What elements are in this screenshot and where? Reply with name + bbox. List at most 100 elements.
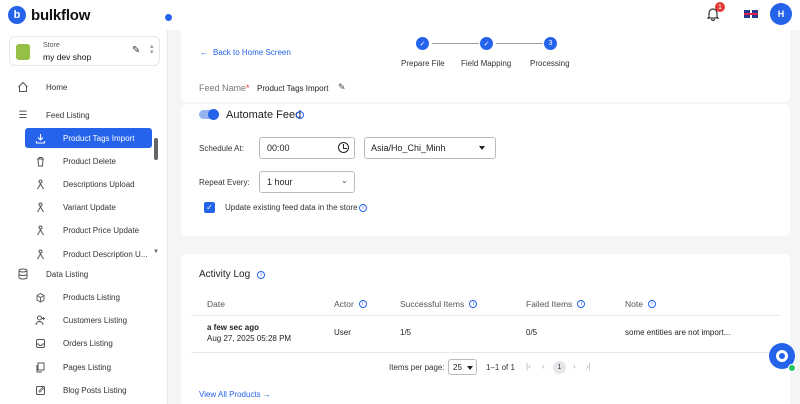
row-failed: 0/5	[526, 328, 538, 337]
uk-flag-icon[interactable]	[744, 10, 758, 18]
back-link-label: Back to Home Screen	[213, 48, 291, 57]
automate-feed-label: Automate Feed	[226, 109, 302, 121]
info-icon[interactable]: i	[577, 300, 586, 308]
app-logo[interactable]: b bulkflow	[8, 6, 90, 24]
sidebar-item-label: Variant Update	[63, 202, 116, 212]
sidebar-item-product-delete[interactable]: Product Delete	[0, 151, 168, 171]
sidebar-item-descriptions-upload[interactable]: Descriptions Upload	[0, 174, 168, 194]
items-per-page-label: Items per page:	[389, 363, 445, 372]
column-header-label: Actor	[334, 299, 354, 309]
sidebar-section-data-listing[interactable]: Data Listing	[0, 264, 168, 284]
info-icon[interactable]: i	[358, 300, 367, 308]
info-icon[interactable]: i	[296, 111, 304, 119]
caret-down-icon[interactable]	[479, 146, 485, 150]
online-status-indicator	[788, 364, 796, 372]
feed-name-label: Feed Name*	[199, 83, 250, 93]
step-2-check-icon: ✓	[480, 37, 493, 50]
sidebar: Store my dev shop ✎ ▴ ▾ Home ☰ Feed Listi…	[0, 30, 168, 404]
info-icon[interactable]: i	[359, 204, 367, 212]
row-note: some entities are not import...	[625, 328, 731, 337]
sidebar-item-product-price-update[interactable]: Product Price Update	[0, 220, 168, 240]
top-bar: b bulkflow 1 H	[0, 0, 800, 30]
store-label: Store	[43, 42, 60, 49]
caret-down-icon[interactable]	[467, 366, 473, 370]
user-avatar[interactable]: H	[770, 3, 792, 25]
sidebar-item-orders-listing[interactable]: Orders Listing	[0, 333, 168, 353]
pencil-icon[interactable]: ✎	[338, 82, 346, 93]
sidebar-item-variant-update[interactable]: Variant Update	[0, 197, 168, 217]
column-header-note: Note i	[625, 299, 656, 309]
sidebar-item-label: Descriptions Upload	[63, 179, 135, 189]
first-page-icon[interactable]: |‹	[526, 362, 531, 371]
store-selector[interactable]: Store my dev shop ✎ ▴ ▾	[9, 36, 160, 66]
feed-name-value: Product Tags Import	[257, 84, 329, 93]
trash-icon	[34, 155, 46, 167]
column-header-actor: Actor i	[334, 299, 367, 309]
step-connector	[432, 43, 479, 44]
sidebar-item-customers-listing[interactable]: Customers Listing	[0, 310, 168, 330]
next-page-icon[interactable]: ›	[573, 362, 576, 371]
schedule-time-value: 00:00	[267, 143, 290, 153]
step-label-field-mapping: Field Mapping	[461, 59, 512, 68]
sidebar-scrollbar[interactable]	[154, 138, 158, 160]
current-page[interactable]: 1	[553, 361, 566, 374]
toggle-knob[interactable]	[208, 109, 219, 120]
sidebar-item-blog-posts-listing[interactable]: Blog Posts Listing	[0, 380, 168, 400]
inbox-icon	[34, 337, 46, 349]
home-icon	[17, 81, 29, 93]
update-existing-checkbox[interactable]: ✓	[204, 202, 215, 213]
row-date-relative: a few sec ago	[207, 323, 260, 332]
column-header-label: Note	[625, 299, 643, 309]
repeat-every-value: 1 hour	[267, 177, 293, 187]
up-down-caret-icon[interactable]: ▴ ▾	[150, 43, 154, 56]
sidebar-item-home[interactable]: Home	[0, 77, 168, 97]
person-icon	[34, 178, 46, 190]
schedule-at-label: Schedule At:	[199, 144, 244, 153]
pencil-icon[interactable]: ✎	[132, 45, 140, 56]
row-divider	[191, 352, 780, 353]
pages-icon	[34, 361, 46, 373]
step-label-processing: Processing	[530, 59, 570, 68]
store-name: my dev shop	[43, 52, 92, 62]
sidebar-item-products-listing[interactable]: Products Listing	[0, 287, 168, 307]
clock-icon[interactable]	[338, 142, 349, 153]
sidebar-section-label: Data Listing	[46, 269, 89, 279]
person-icon	[34, 248, 46, 260]
column-header-failed-items: Failed Items i	[526, 299, 586, 309]
pagination-range: 1–1 of 1	[486, 363, 515, 372]
timezone-value: Asia/Ho_Chi_Minh	[371, 143, 446, 153]
database-icon	[17, 268, 29, 280]
feed-name-label-text: Feed Name	[199, 83, 247, 93]
sidebar-item-label: Blog Posts Listing	[63, 385, 127, 395]
info-icon[interactable]: i	[647, 300, 656, 308]
row-date-full: Aug 27, 2025 05:28 PM	[207, 334, 292, 343]
update-existing-label: Update existing feed data in the store	[225, 203, 358, 212]
sidebar-item-product-description-update[interactable]: Product Description U...	[0, 244, 168, 264]
box-icon	[34, 291, 46, 303]
back-to-home-link[interactable]: ← Back to Home Screen	[200, 48, 291, 57]
step-label-prepare-file: Prepare File	[401, 59, 445, 68]
sidebar-collapse-toggle[interactable]	[164, 13, 173, 22]
sidebar-item-label: Home	[46, 82, 68, 92]
sidebar-item-label: Customers Listing	[63, 315, 128, 325]
edit-note-icon	[34, 384, 46, 396]
info-icon[interactable]: i	[257, 271, 265, 279]
app-name: bulkflow	[31, 6, 91, 24]
info-icon[interactable]: i	[469, 300, 478, 308]
arrow-left-icon: ←	[200, 48, 208, 57]
sidebar-item-label: Products Listing	[63, 292, 120, 302]
view-all-products-link[interactable]: View All Products →	[199, 390, 271, 399]
sidebar-section-feed-listing[interactable]: ☰ Feed Listing	[0, 105, 168, 125]
items-per-page-value: 25	[453, 363, 462, 372]
previous-page-icon[interactable]: ‹	[542, 362, 545, 371]
sidebar-item-pages-listing[interactable]: Pages Listing	[0, 357, 168, 377]
add-user-icon	[34, 314, 46, 326]
row-actor: User	[334, 328, 351, 337]
sidebar-item-product-tags-import[interactable]: Product Tags Import	[25, 128, 152, 148]
sidebar-item-label: Product Delete	[63, 156, 116, 166]
download-icon	[34, 132, 46, 144]
last-page-icon[interactable]: ›|	[586, 362, 591, 371]
activity-log-title: Activity Log	[199, 269, 251, 280]
chevron-down-icon[interactable]: ⌄	[341, 176, 348, 185]
scroll-down-arrow-icon[interactable]: ▼	[153, 249, 159, 255]
